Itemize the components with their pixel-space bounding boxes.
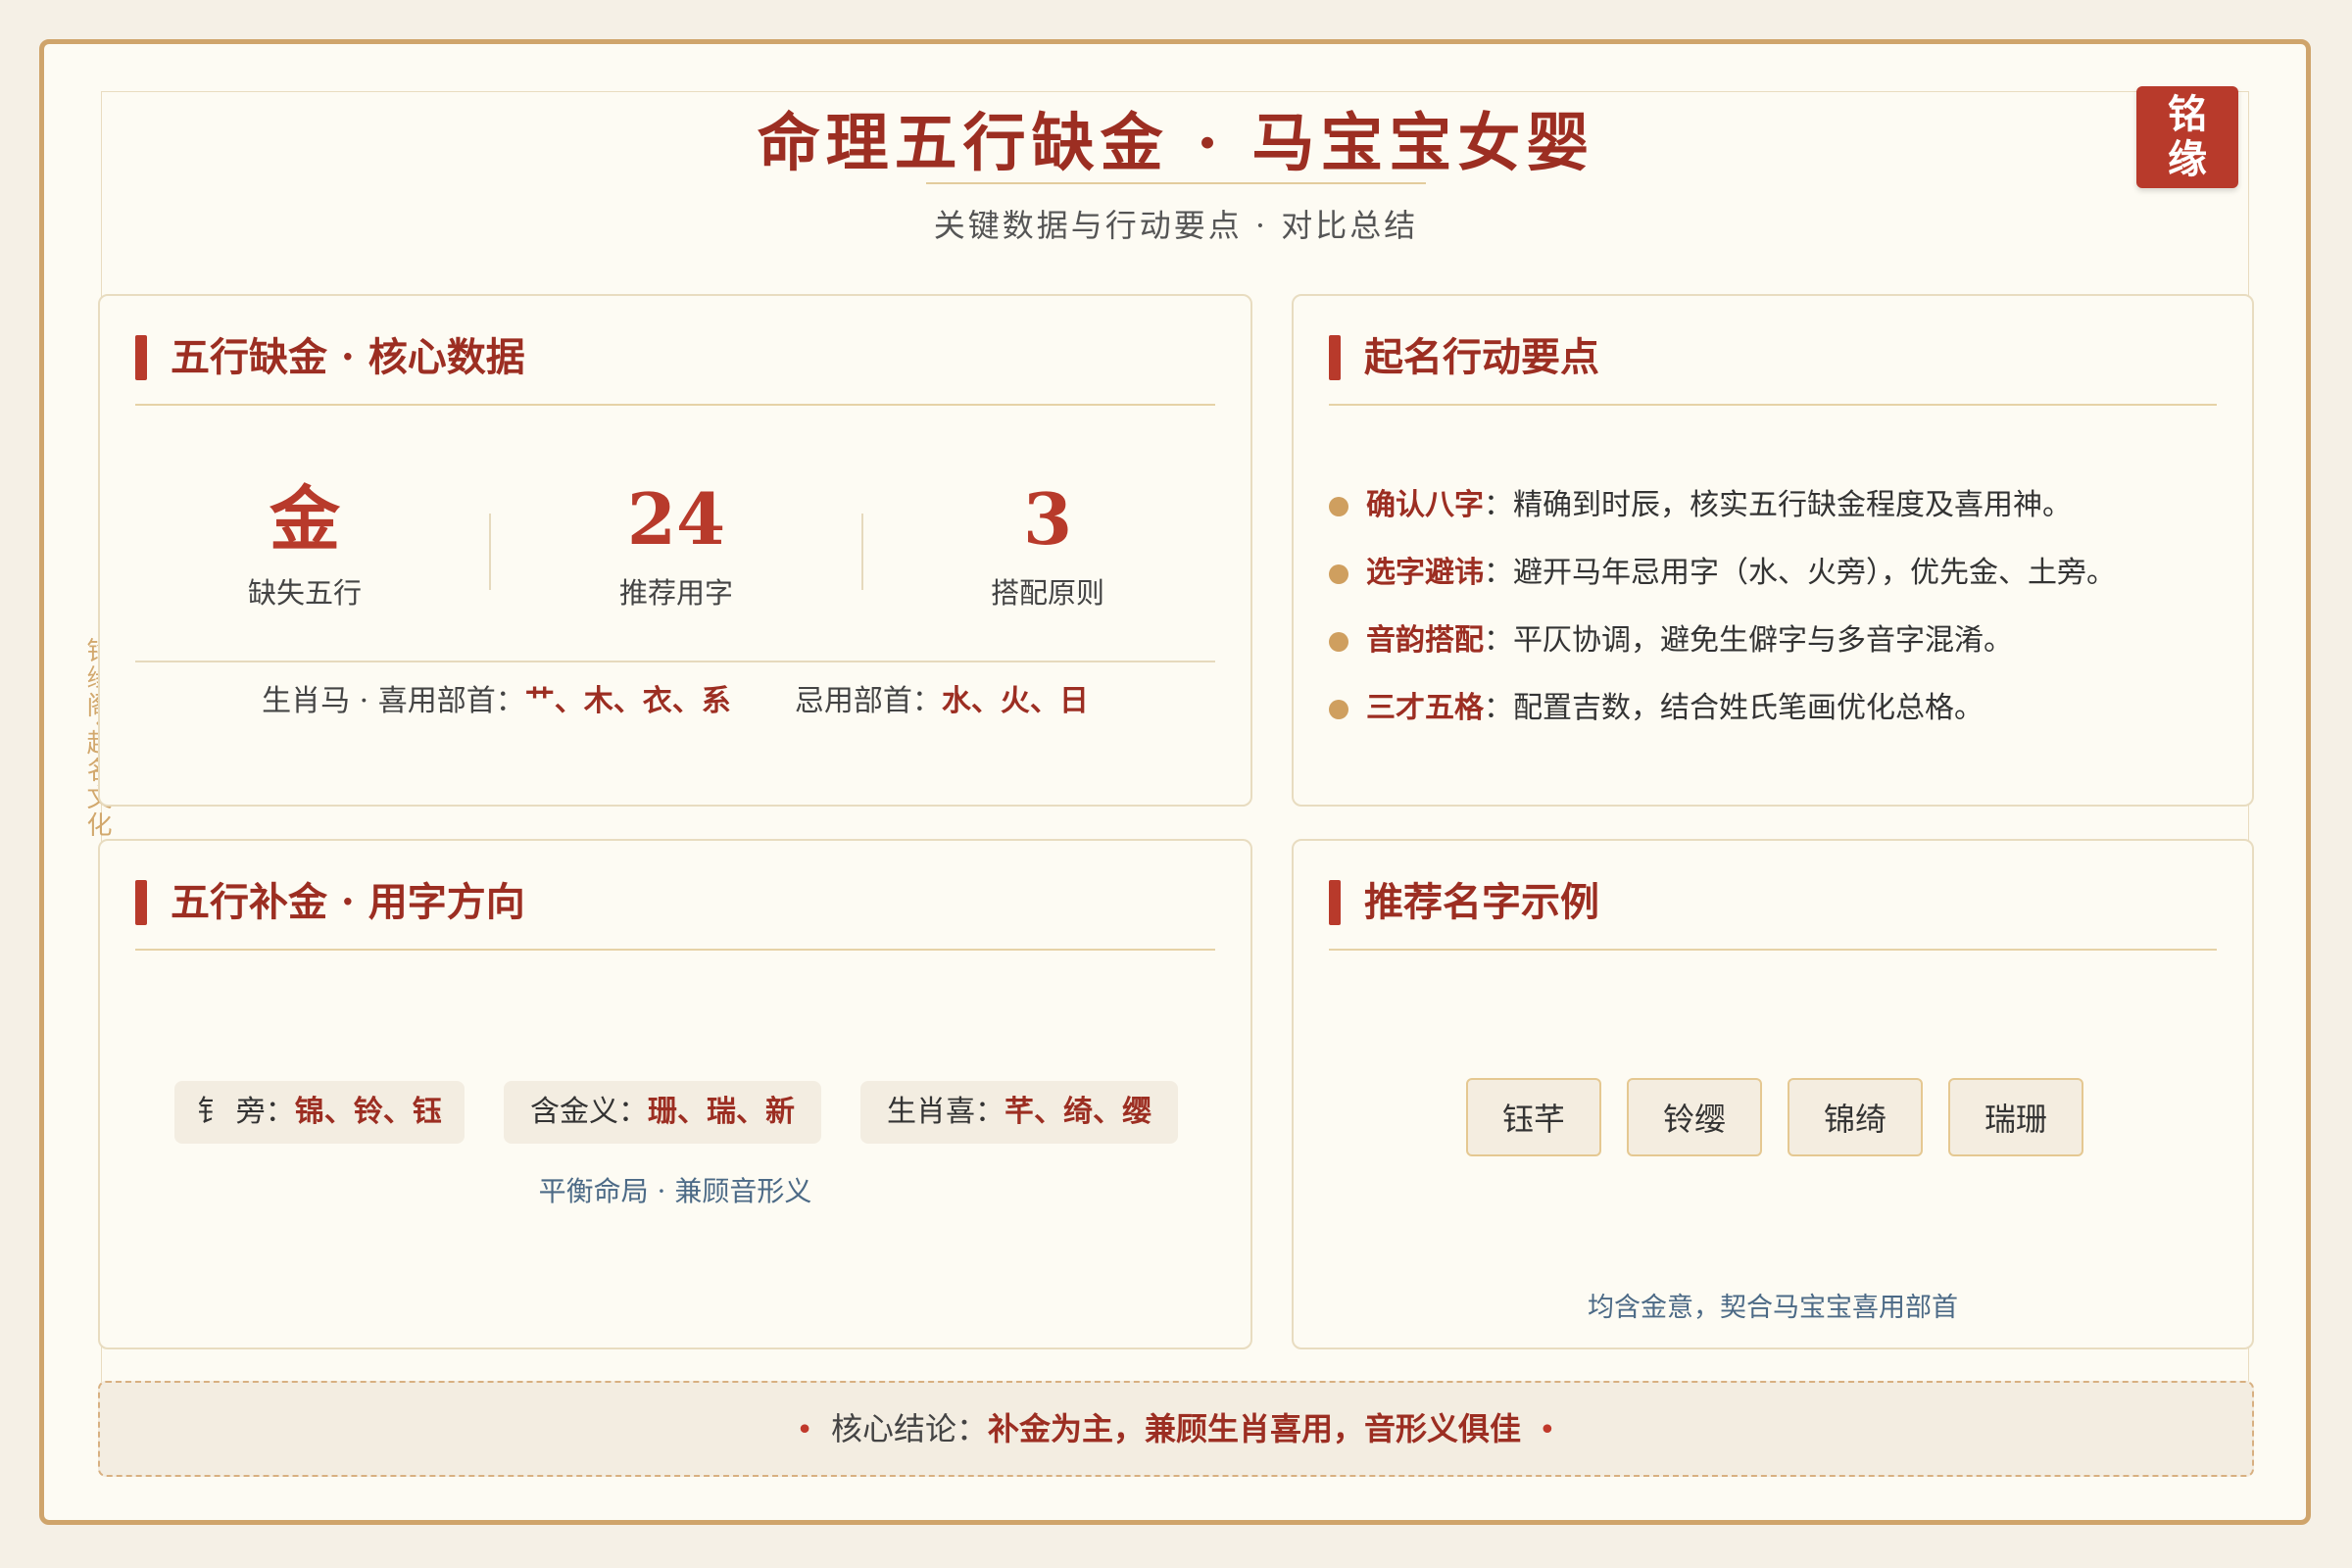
card-header: 五行补金 · 用字方向: [135, 876, 1215, 951]
core-data-card: 五行缺金 · 核心数据 金 缺失五行 24 推荐用字 3 搭配原则 生肖马 · …: [98, 294, 1252, 807]
bullet-icon: [1329, 700, 1348, 719]
header-accent-bar: [1329, 880, 1341, 925]
chip-value: 芊、绮、缨: [1004, 1095, 1152, 1129]
avoid-radicals-value: 水、火、日: [941, 684, 1089, 718]
stat-missing-element: 金 缺失五行: [187, 480, 422, 612]
avoid-radicals-label: 忌用部首：: [794, 684, 942, 718]
action-points-card: 起名行动要点 确认八字：精确到时辰，核实五行缺金程度及喜用神。 选字避讳：避开马…: [1292, 294, 2254, 807]
name-example[interactable]: 锦绮: [1788, 1078, 1923, 1156]
stat-recommended-chars: 24 推荐用字: [559, 480, 794, 612]
bullet-icon: [1329, 632, 1348, 652]
stat-value: 3: [1022, 477, 1073, 561]
stat-divider: [489, 514, 491, 590]
point-key: 音韵搭配: [1366, 623, 1484, 658]
point-text: ：配置吉数，结合姓氏笔画优化总格。: [1484, 691, 1984, 725]
card-divider: [135, 661, 1215, 662]
title-divider: [926, 182, 1426, 184]
action-point: 音韵搭配：平仄协调，避免生僻字与多音字混淆。: [1329, 615, 2013, 659]
card-header: 五行缺金 · 核心数据: [135, 331, 1215, 406]
conclusion-text: 补金为主，兼顾生肖喜用，音形义俱佳: [988, 1410, 1522, 1447]
stat-value: 24: [626, 477, 726, 561]
name-example[interactable]: 瑞珊: [1948, 1078, 2083, 1156]
stat-matching-rules: 3 搭配原则: [930, 480, 1165, 612]
seal-char-2: 缘: [2168, 136, 2207, 182]
point-text: ：精确到时辰，核实五行缺金程度及喜用神。: [1484, 488, 2072, 522]
seal-char-1: 铭: [2168, 91, 2207, 137]
bullet-icon: [1329, 564, 1348, 584]
stat-label: 缺失五行: [247, 576, 362, 610]
bullet-icon: •: [796, 1413, 813, 1447]
stat-label: 搭配原则: [990, 576, 1104, 610]
card-title: 五行补金 · 用字方向: [171, 879, 525, 925]
chip-label: 含金义：: [530, 1095, 648, 1129]
name-example[interactable]: 钰芊: [1466, 1078, 1601, 1156]
conclusion-label: 核心结论：: [830, 1410, 988, 1447]
char-chip-zodiac: 生肖喜：芊、绮、缨: [860, 1081, 1178, 1144]
stat-divider: [861, 514, 863, 590]
stat-label: 推荐用字: [618, 576, 733, 610]
card-title: 推荐名字示例: [1364, 879, 1599, 925]
bullet-icon: [1329, 497, 1348, 516]
names-note: 均含金意，契合马宝宝喜用部首: [1588, 1293, 1958, 1323]
bullet-icon: •: [1539, 1413, 1556, 1447]
action-point: 三才五格：配置吉数，结合姓氏笔画优化总格。: [1329, 683, 1984, 726]
conclusion-banner: • 核心结论：补金为主，兼顾生肖喜用，音形义俱佳 •: [98, 1381, 2254, 1477]
page-title: 命理五行缺金 · 马宝宝女婴: [757, 107, 1595, 180]
chip-value: 珊、瑞、新: [648, 1095, 795, 1129]
char-chip-metal-meaning: 含金义：珊、瑞、新: [504, 1081, 821, 1144]
direction-note: 平衡命局 · 兼顾音形义: [538, 1175, 812, 1207]
point-key: 确认八字: [1366, 488, 1484, 522]
name-examples-card: 推荐名字示例 钰芊 铃缨 锦绮 瑞珊 均含金意，契合马宝宝喜用部首: [1292, 839, 2254, 1349]
char-chip-metal-radical: 钅 旁：锦、铃、钰: [174, 1081, 465, 1144]
page-subtitle: 关键数据与行动要点 · 对比总结: [933, 207, 1419, 244]
char-direction-card: 五行补金 · 用字方向 钅 旁：锦、铃、钰 含金义：珊、瑞、新 生肖喜：芊、绮、…: [98, 839, 1252, 1349]
card-title: 起名行动要点: [1364, 334, 1599, 380]
chip-label: 钅 旁：: [197, 1095, 295, 1129]
action-point: 确认八字：精确到时辰，核实五行缺金程度及喜用神。: [1329, 480, 2072, 523]
point-key: 三才五格: [1366, 691, 1484, 725]
name-example[interactable]: 铃缨: [1627, 1078, 1762, 1156]
header-accent-bar: [135, 335, 147, 380]
seal-stamp: 铭 缘: [2136, 86, 2238, 188]
action-point: 选字避讳：避开马年忌用字（水、火旁），优先金、土旁。: [1329, 548, 2116, 591]
header-accent-bar: [135, 880, 147, 925]
card-header: 推荐名字示例: [1329, 876, 2217, 951]
header-accent-bar: [1329, 335, 1341, 380]
chip-label: 生肖喜：: [887, 1095, 1004, 1129]
point-text: ：避开马年忌用字（水、火旁），优先金、土旁。: [1484, 556, 2116, 590]
card-header: 起名行动要点: [1329, 331, 2217, 406]
radical-summary: 生肖马 · 喜用部首：艹、木、衣、系 忌用部首：水、火、日: [100, 676, 1250, 719]
stat-value: 金: [269, 477, 340, 561]
favorable-radicals-value: 艹、木、衣、系: [524, 684, 731, 718]
point-text: ：平仄协调，避免生僻字与多音字混淆。: [1484, 623, 2013, 658]
point-key: 选字避讳: [1366, 556, 1484, 590]
card-title: 五行缺金 · 核心数据: [171, 334, 525, 380]
favorable-radicals-label: 生肖马 · 喜用部首：: [262, 684, 525, 718]
chip-value: 锦、铃、钰: [294, 1095, 442, 1129]
